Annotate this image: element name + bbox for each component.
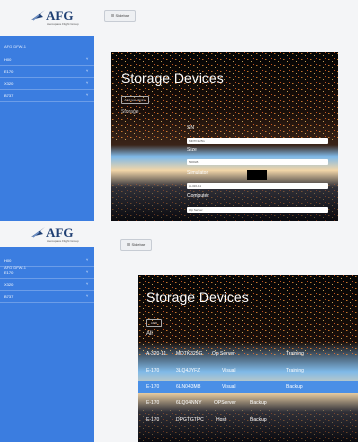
sidebar-item-b737[interactable]: B737 ˅ [0, 90, 94, 102]
sidebar-item-e170[interactable]: E170 ˅ [0, 66, 94, 78]
table-row-selected[interactable]: E-170 6LN043M8 Visual Backup [138, 381, 358, 393]
sidebar-item-h00[interactable]: H00 ˅ [0, 255, 94, 267]
row-computer: Host [216, 417, 227, 423]
sidebar-header: AFG DFW-1 [4, 44, 26, 49]
row-sn: 6LQ04NNY [176, 400, 202, 406]
computer-select[interactable]: Op Server [187, 207, 328, 213]
sidebar-item-label: E170 [4, 69, 14, 74]
sidebar-item-x320[interactable]: X320 ˅ [0, 78, 94, 90]
size-label: Size [187, 147, 197, 153]
add-button[interactable]: ADD [146, 319, 162, 327]
sn-field[interactable]: MDTK325G [187, 138, 328, 144]
row-role: Backup [250, 400, 267, 406]
sidebar-item-b737[interactable]: B737 ˅ [0, 291, 94, 303]
logo-subtitle: Aerospace Flight Group [47, 239, 79, 243]
plane-logo-icon [31, 227, 45, 238]
table-row[interactable]: E-170 3LQ4JYFZ Visual Training [138, 365, 358, 377]
row-simulator: A-320-11 [146, 351, 167, 357]
table-row[interactable]: A-320-11 MDTK325G Op Server Training [138, 348, 358, 360]
viewer-title: Storage Devices [146, 289, 249, 305]
row-sn: MDTK325G [176, 351, 203, 357]
row-sn: DPGTGTPC [176, 417, 204, 423]
sidebar-toggle-button[interactable]: ☰ Sidebar [104, 10, 136, 22]
row-sn: 3LQ4JYFZ [176, 368, 201, 374]
add-device-button[interactable]: Add new device [121, 96, 149, 104]
sidebar-item-x320[interactable]: X320 ˅ [0, 279, 94, 291]
row-computer: Visual [222, 384, 236, 390]
storage-viewer: Storage Devices Add new device Storage S… [111, 52, 338, 221]
storage-subtitle: Storage [121, 109, 139, 115]
logo-subtitle: Aerospace Flight Group [47, 22, 79, 26]
plane-logo-icon [31, 10, 45, 21]
row-sn: 6LN043M8 [176, 384, 201, 390]
screenshot-bottom: AFG DFW-1 H00 ˅ E170 ˅ X320 ˅ B737 ˅ AFG… [0, 221, 358, 442]
row-role: Backup [286, 384, 303, 390]
size-field[interactable]: 500GB [187, 159, 328, 165]
row-role: Training [286, 351, 304, 357]
computer-label: Computer [187, 193, 209, 199]
sidebar-item-label: X320 [4, 81, 14, 86]
logo: AFG Aerospace Flight Group [0, 221, 94, 247]
sidebar-item-label: H00 [4, 258, 12, 263]
chevron-down-icon: ˅ [86, 56, 89, 61]
chevron-down-icon: ˅ [86, 257, 89, 262]
sidebar-item-h00[interactable]: H00 ˅ [0, 54, 94, 66]
simulator-label: Simulator [187, 170, 209, 176]
logo: AFG Aerospace Flight Group [0, 0, 94, 36]
sidebar: AFG DFW-1 H00 ˅ E170 ˅ X320 ˅ B737 ˅ [0, 221, 94, 442]
chevron-down-icon: ˅ [86, 269, 89, 274]
sidebar-item-e170[interactable]: E170 ˅ [0, 267, 94, 279]
simulator-select[interactable]: A-320-11 [187, 183, 328, 189]
row-role: Backup [250, 417, 267, 423]
row-computer: Op Server [212, 351, 235, 357]
row-computer: Visual [222, 368, 236, 374]
viewer-title: Storage Devices [121, 70, 224, 86]
chevron-down-icon: ˅ [86, 92, 89, 97]
sidebar-item-label: E170 [4, 270, 14, 275]
row-simulator: E-170 [146, 417, 160, 423]
chevron-down-icon: ˅ [86, 80, 89, 85]
sidebar-item-label: B737 [4, 294, 14, 299]
row-simulator: E-170 [146, 384, 160, 390]
table-row[interactable]: E-170 6LQ04NNY OPServer Backup [138, 397, 358, 409]
image-artifact [247, 170, 267, 180]
chevron-down-icon: ˅ [86, 68, 89, 73]
sidebar-toggle-button[interactable]: ☰ Sidebar [120, 239, 152, 251]
sidebar-item-label: X320 [4, 282, 14, 287]
storage-viewer: Storage Devices ADD All A-320-11 MDTK325… [138, 275, 358, 442]
sn-label: SN [187, 125, 194, 131]
chevron-down-icon: ˅ [86, 293, 89, 298]
sidebar-item-label: H00 [4, 57, 12, 62]
row-simulator: E-170 [146, 368, 160, 374]
row-simulator: E-170 [146, 400, 160, 406]
row-role: Training [286, 368, 304, 374]
chevron-down-icon: ˅ [86, 281, 89, 286]
table-row[interactable]: E-170 DPGTGTPC Host Backup [138, 414, 358, 426]
row-computer: OPServer [214, 400, 236, 406]
sidebar-item-label: B737 [4, 93, 14, 98]
filter-all-label[interactable]: All [146, 331, 153, 337]
screenshot-top: AFG DFW-1 H00 ˅ E170 ˅ X320 ˅ B737 ˅ AFG… [0, 0, 358, 221]
